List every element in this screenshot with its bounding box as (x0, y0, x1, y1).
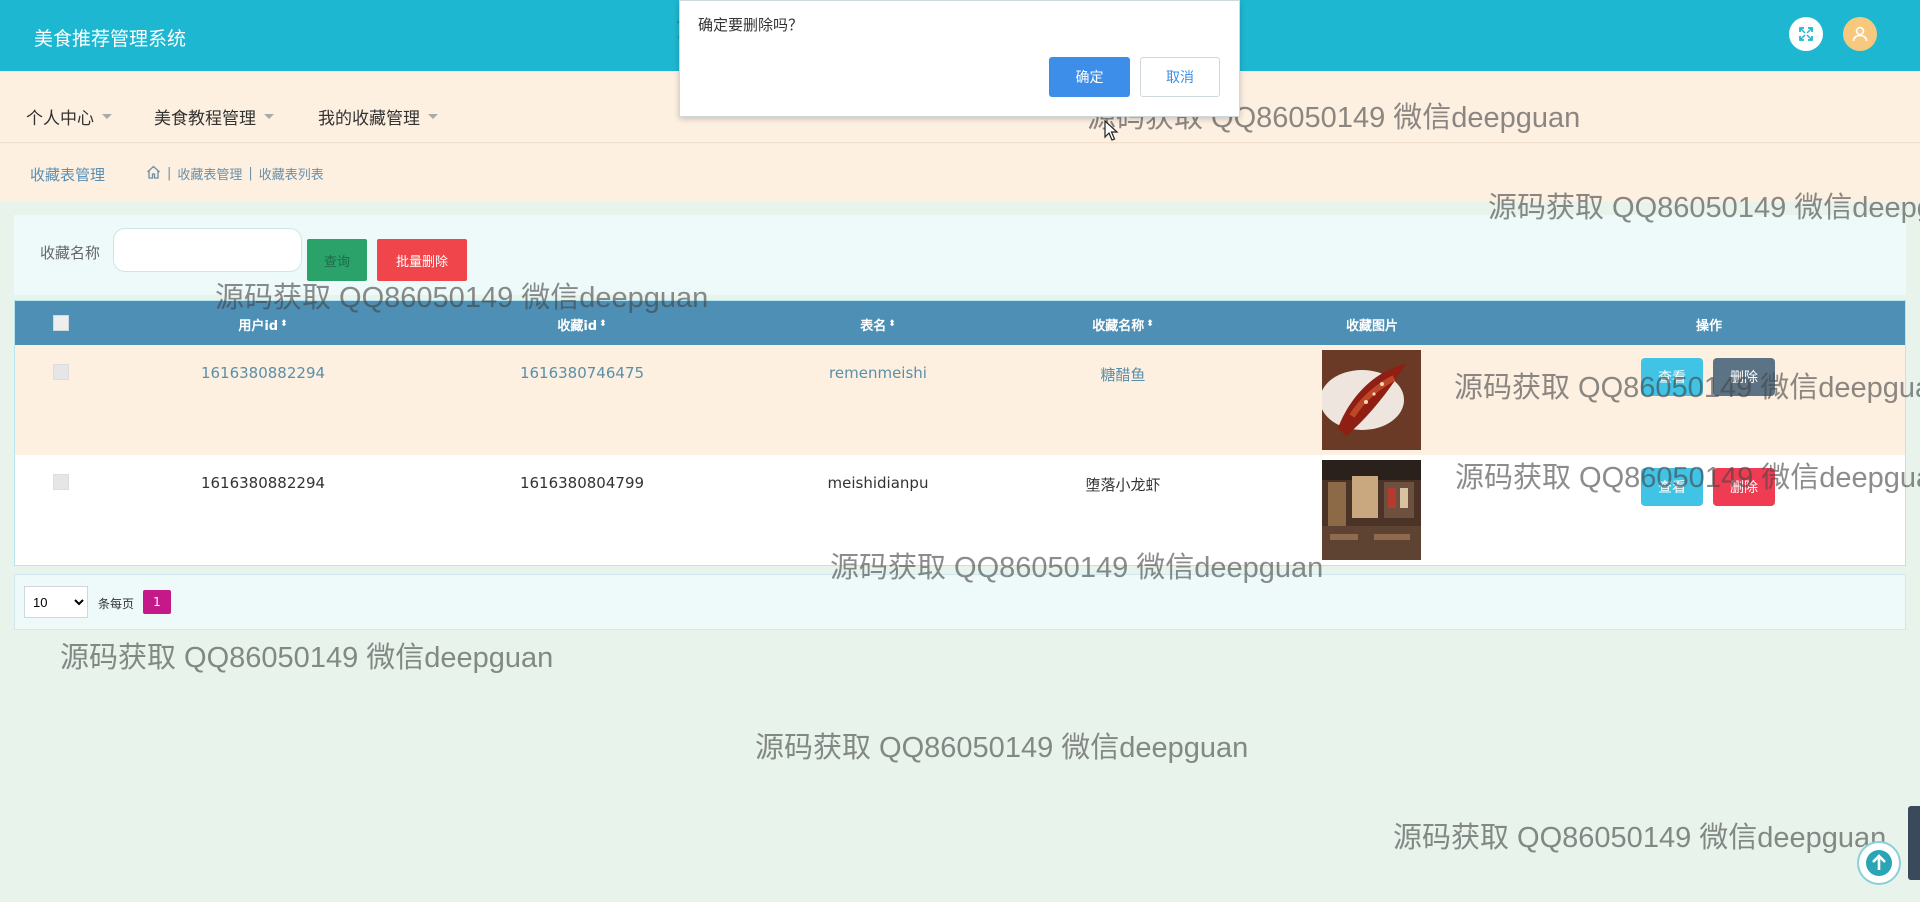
column-label: 表名 (860, 319, 887, 334)
side-panel-tab[interactable] (1908, 806, 1920, 880)
nav-item-label: 我的收藏管理 (318, 109, 420, 129)
column-label: 收藏图片 (1345, 319, 1399, 334)
fav-image-thumbnail[interactable] (1322, 350, 1421, 450)
breadcrumb: | 收藏表管理 | 收藏表列表 (146, 164, 324, 183)
watermark: 源码获取 QQ86050149 微信deepguan (1488, 192, 1920, 224)
nav-item-label: 个人中心 (26, 109, 94, 129)
cell-table-name: meishidianpu (827, 474, 929, 492)
cell-fav-name: 堕落小龙虾 (1085, 476, 1161, 494)
nav-food-tutorial-management[interactable]: 美食教程管理 (154, 104, 274, 129)
breadcrumb-item[interactable]: 收藏表管理 (177, 164, 242, 183)
watermark: 源码获取 QQ86050149 微信deepguan (60, 642, 554, 674)
column-header-fav-image: 收藏图片 (1346, 315, 1398, 334)
watermark: 源码获取 QQ86050149 微信deepguan (1455, 462, 1920, 494)
watermark: 源码获取 QQ86050149 微信deepguan (755, 732, 1249, 764)
select-all-checkbox[interactable] (53, 315, 69, 331)
app-title: 美食推荐管理系统 (34, 28, 187, 50)
nav-my-favorites-management[interactable]: 我的收藏管理 (318, 104, 438, 129)
mouse-cursor-icon (1104, 119, 1120, 146)
column-header-user-id[interactable]: 用户id ⬍ (238, 315, 287, 334)
fav-image-thumbnail[interactable] (1322, 460, 1421, 560)
cell-table-name: remenmeishi (829, 364, 927, 382)
breadcrumb-item: 收藏表列表 (258, 168, 324, 183)
breadcrumb-separator: | (167, 166, 172, 181)
home-icon[interactable] (146, 165, 161, 183)
column-label: 收藏id (557, 319, 598, 334)
page-number-current[interactable]: 1 (143, 590, 171, 614)
column-header-table-name[interactable]: 表名 ⬍ (860, 315, 896, 334)
cell-fav-name: 糖醋鱼 (1100, 366, 1146, 384)
arrow-up-circle-icon[interactable] (1857, 841, 1901, 885)
caret-down-icon (428, 114, 438, 119)
sort-icon: ⬍ (280, 319, 288, 329)
column-header-fav-id[interactable]: 收藏id ⬍ (557, 315, 606, 334)
caret-down-icon (264, 114, 274, 119)
cell-user-id: 1616380882294 (200, 364, 326, 382)
sort-icon: ⬍ (1146, 319, 1154, 329)
cell-fav-id: 1616380804799 (519, 474, 645, 492)
row-checkbox[interactable] (53, 474, 69, 490)
watermark: 源码获取 QQ86050149 微信deepguan (1393, 822, 1887, 854)
page-size-select[interactable]: 10 (24, 586, 88, 618)
sort-icon: ⬍ (888, 319, 896, 329)
favorites-table: 用户id ⬍ 收藏id ⬍ 表名 ⬍ 收藏名称 ⬍ 收藏图片 操作 1616380882… (14, 300, 1906, 566)
search-label: 收藏名称 (40, 244, 101, 262)
confirm-ok-button[interactable]: 确定 (1049, 57, 1130, 97)
cell-user-id: 1616380882294 (200, 474, 326, 492)
sort-icon: ⬍ (599, 319, 607, 329)
column-header-fav-name[interactable]: 收藏名称 ⬍ (1092, 315, 1154, 334)
column-header-actions: 操作 (1696, 315, 1722, 334)
nav-personal-center[interactable]: 个人中心 (26, 104, 112, 129)
user-avatar-icon[interactable] (1843, 17, 1877, 51)
breadcrumb-separator: | (248, 166, 253, 181)
watermark: 源码获取 QQ86050149 微信deepguan (1454, 372, 1920, 404)
search-input[interactable] (113, 228, 302, 272)
confirm-message: 确定要删除吗？ (698, 16, 804, 34)
nav-item-label: 美食教程管理 (154, 109, 256, 129)
fullscreen-icon[interactable] (1789, 17, 1823, 51)
column-label: 用户id (238, 319, 279, 334)
watermark: 源码获取 QQ86050149 微信deepguan (830, 552, 1324, 584)
confirm-cancel-button[interactable]: 取消 (1140, 57, 1220, 97)
caret-down-icon (102, 114, 112, 119)
column-label: 收藏名称 (1092, 319, 1145, 334)
page-title: 收藏表管理 (30, 166, 106, 184)
row-checkbox[interactable] (53, 364, 69, 380)
watermark: 源码获取 QQ86050149 微信deepguan (215, 282, 709, 314)
per-page-label: 条每页 (98, 597, 135, 611)
cell-fav-id: 1616380746475 (519, 364, 645, 382)
column-label: 操作 (1695, 319, 1723, 334)
